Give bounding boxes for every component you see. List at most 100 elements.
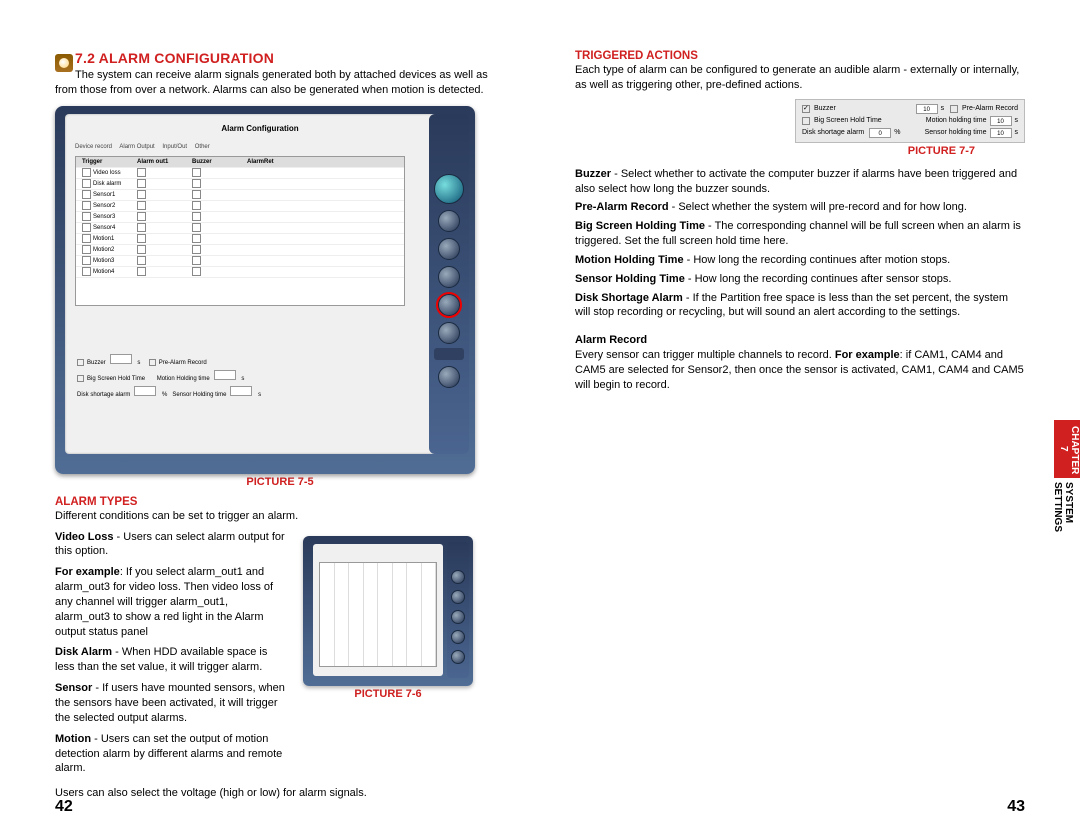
check-cell[interactable] <box>131 267 186 276</box>
trigger-cell[interactable]: Motion4 <box>76 267 131 276</box>
dropdown[interactable] <box>230 386 252 396</box>
prealarm-checkbox[interactable] <box>149 359 156 366</box>
buzzer-checkbox[interactable] <box>802 105 810 113</box>
check-cell[interactable] <box>131 168 186 177</box>
check-cell[interactable] <box>131 245 186 254</box>
window-title: Alarm Configuration <box>65 124 455 133</box>
check-cell[interactable] <box>186 245 241 254</box>
alarm-types-block: Video Loss - Users can select alarm outp… <box>55 530 505 783</box>
check-cell[interactable] <box>186 267 241 276</box>
tab[interactable]: Input/Out <box>162 144 187 150</box>
text: Every sensor can trigger multiple channe… <box>575 349 835 361</box>
check-cell[interactable] <box>131 223 186 232</box>
voltage-text: Users can also select the voltage (high … <box>55 786 505 801</box>
grid-row: Video loss <box>76 168 404 179</box>
check-cell[interactable] <box>131 190 186 199</box>
trigger-cell[interactable]: Sensor4 <box>76 223 131 232</box>
check-cell[interactable] <box>186 223 241 232</box>
check-cell[interactable] <box>186 234 241 243</box>
check-cell[interactable] <box>186 179 241 188</box>
dropdown[interactable] <box>134 386 156 396</box>
tab[interactable]: Other <box>195 144 210 150</box>
check-cell[interactable] <box>186 256 241 265</box>
dropdown[interactable]: 10 <box>990 116 1012 126</box>
trigger-cell[interactable]: Video loss <box>76 168 131 177</box>
label: Pre-Alarm Record <box>962 105 1018 112</box>
col-header: Alarm out1 <box>131 159 186 165</box>
dropdown[interactable] <box>110 354 132 364</box>
mini-screenshot-column: PICTURE 7-6 <box>303 530 473 783</box>
mini-sidebar <box>447 542 469 678</box>
def-text: - How long the recording continues after… <box>684 254 951 266</box>
mini-window <box>313 544 443 676</box>
option-row: Buzzer 10s Pre-Alarm Record <box>802 104 1018 114</box>
playback-buttons[interactable] <box>434 348 464 360</box>
col-header: Trigger <box>76 159 131 165</box>
grid-row: Sensor2 <box>76 201 404 212</box>
alarm-record-text: Every sensor can trigger multiple channe… <box>575 348 1025 393</box>
prealarm-checkbox[interactable] <box>950 105 958 113</box>
dropdown[interactable]: 10 <box>990 128 1012 138</box>
section-heading: 7.2 ALARM CONFIGURATION <box>55 50 505 66</box>
sidebar-button[interactable] <box>438 266 460 288</box>
buzzer-checkbox[interactable] <box>77 359 84 366</box>
term: Video Loss <box>55 531 113 543</box>
sidebar-button[interactable] <box>451 590 465 604</box>
trigger-cell[interactable]: Motion3 <box>76 256 131 265</box>
alarm-types-intro: Different conditions can be set to trigg… <box>55 509 505 524</box>
check-cell[interactable] <box>131 201 186 210</box>
figure-caption: PICTURE 7-5 <box>55 476 505 488</box>
sidebar-button-highlighted[interactable] <box>438 294 460 316</box>
sidebar-button[interactable] <box>438 322 460 344</box>
tab[interactable]: Alarm Output <box>119 144 154 150</box>
trigger-cell[interactable]: Sensor3 <box>76 212 131 221</box>
grid-row: Disk alarm <box>76 179 404 190</box>
label: Motion holding time <box>926 117 987 124</box>
trigger-cell[interactable]: Sensor2 <box>76 201 131 210</box>
dropdown[interactable]: 10 <box>916 104 938 114</box>
bigscreen-checkbox[interactable] <box>802 117 810 125</box>
col-header: Buzzer <box>186 159 241 165</box>
term: Sensor <box>55 682 92 694</box>
check-cell[interactable] <box>131 212 186 221</box>
alarm-record-heading: Alarm Record <box>575 334 1025 346</box>
dropdown[interactable]: 0 <box>869 128 891 138</box>
trigger-cell[interactable]: Disk alarm <box>76 179 131 188</box>
definitions-column: Video Loss - Users can select alarm outp… <box>55 530 285 783</box>
check-cell[interactable] <box>131 256 186 265</box>
col-header: AlarmRet <box>241 159 296 165</box>
check-cell[interactable] <box>186 168 241 177</box>
sidebar-button[interactable] <box>451 610 465 624</box>
definitions: Buzzer - Select whether to activate the … <box>575 167 1025 321</box>
sidebar-button[interactable] <box>438 366 460 388</box>
check-cell[interactable] <box>131 234 186 243</box>
trigger-cell[interactable]: Motion2 <box>76 245 131 254</box>
trigger-cell[interactable]: Motion1 <box>76 234 131 243</box>
heading-text: 7.2 ALARM CONFIGURATION <box>75 50 274 66</box>
term: For example <box>55 566 120 578</box>
dropdown[interactable] <box>214 370 236 380</box>
sidebar-button[interactable] <box>451 570 465 584</box>
check-cell[interactable] <box>186 212 241 221</box>
def-text: - Select whether to activate the compute… <box>575 168 1017 195</box>
label: Motion Holding time <box>157 376 210 382</box>
trigger-cell[interactable]: Sensor1 <box>76 190 131 199</box>
check-cell[interactable] <box>131 179 186 188</box>
tab[interactable]: Device record <box>75 144 112 150</box>
label: Disk shortage alarm <box>802 129 864 136</box>
sidebar-button[interactable] <box>438 238 460 260</box>
mini-cols <box>320 563 436 666</box>
page-right: TRIGGERED ACTIONS Each type of alarm can… <box>540 0 1080 834</box>
page-number: 42 <box>55 798 73 816</box>
sidebar-button[interactable] <box>438 210 460 232</box>
term: Sensor Holding Time <box>575 273 685 285</box>
check-cell[interactable] <box>186 190 241 199</box>
sidebar-button[interactable] <box>451 630 465 644</box>
bigscreen-checkbox[interactable] <box>77 375 84 382</box>
check-cell[interactable] <box>186 201 241 210</box>
figure-caption: PICTURE 7-6 <box>303 688 473 700</box>
screenshot-alarm-record <box>303 536 473 686</box>
def-text: - How long the recording continues after… <box>685 273 952 285</box>
label: Big Screen Hold Time <box>87 376 145 382</box>
sidebar-button[interactable] <box>451 650 465 664</box>
